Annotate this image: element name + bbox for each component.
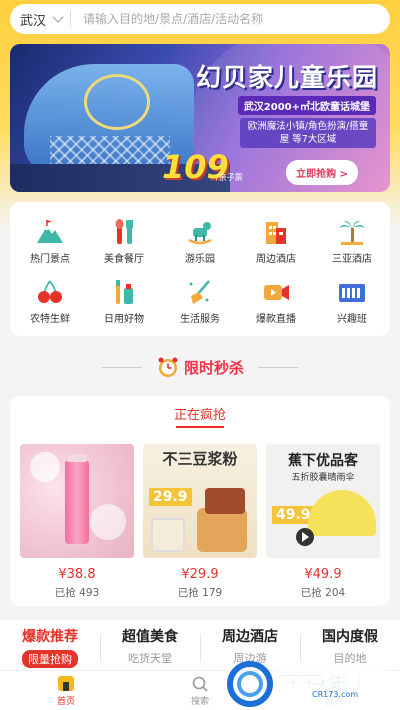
chevron-down-icon <box>52 11 64 23</box>
product-item[interactable]: 不三豆浆粉 29.9 ¥29.9 已抢 179 <box>143 444 257 600</box>
alarm-clock-icon <box>158 357 178 377</box>
palm-tree-icon <box>339 220 365 245</box>
category-grid: 热门景点 美食餐厅 游乐园 周边酒店 三亚酒店 农特生鲜 日用好物 生活服务 爆… <box>10 202 390 336</box>
search-input[interactable] <box>71 5 390 33</box>
hotel-icon <box>266 222 286 244</box>
divider <box>258 366 298 368</box>
product-image-text: 蕉下优品客 <box>288 453 358 469</box>
category-label: 日用好物 <box>104 314 144 325</box>
cherry-icon <box>38 280 62 303</box>
product-price: ¥38.8 <box>58 567 96 582</box>
category-label: 兴趣班 <box>337 314 367 325</box>
category-label: 三亚酒店 <box>332 254 372 265</box>
category-item-daily-goods[interactable]: 日用好物 <box>94 278 154 325</box>
tab-title: 周边酒店 <box>222 629 278 645</box>
tab-grabbing-now[interactable]: 正在疯抢 <box>10 404 390 423</box>
product-image-subtext: 五折胶囊晴雨伞 <box>291 473 355 483</box>
toothbrush-icon <box>116 280 133 304</box>
search-bar: 武汉 <box>10 4 390 34</box>
banner-features: 欧洲魔法小镇/角色扮演/搭童屋 等7大区域 <box>240 118 376 148</box>
video-camera-icon <box>264 285 289 300</box>
tab-subtitle: 限量抢购 <box>22 650 78 668</box>
broom-icon <box>189 280 210 304</box>
product-image-price: 29.9 <box>149 488 192 506</box>
mountain-icon <box>37 220 63 243</box>
nav-search[interactable]: 搜索 <box>170 675 230 707</box>
tab-title: 超值美食 <box>122 629 178 645</box>
category-item-fresh-produce[interactable]: 农特生鲜 <box>20 278 80 325</box>
rocking-horse-icon <box>188 222 212 245</box>
category-item-nearby-hotels[interactable]: 周边酒店 <box>246 218 306 265</box>
watermark-url: CR173.com <box>312 690 359 699</box>
search-icon <box>192 676 208 692</box>
category-item-live-stream[interactable]: 爆款直播 <box>246 278 306 325</box>
divider <box>101 366 142 368</box>
category-label: 爆款直播 <box>256 314 296 325</box>
product-image: 不三豆浆粉 29.9 <box>143 444 257 558</box>
category-item-food[interactable]: 美食餐厅 <box>94 218 154 265</box>
nav-home[interactable]: 首页 <box>36 675 96 707</box>
product-sold-count: 已抢 204 <box>300 587 346 599</box>
home-icon <box>58 676 74 691</box>
watermark-text: 西西软件园 <box>280 672 361 692</box>
category-label: 周边酒店 <box>256 254 296 265</box>
product-sold-count: 已抢 179 <box>177 587 223 599</box>
product-item[interactable]: 蕉下优品客 五折胶囊晴雨伞 49.9 ¥49.9 已抢 204 <box>266 444 380 600</box>
city-selector[interactable]: 武汉 <box>10 10 70 29</box>
banner-title: 幻贝家儿童乐园 <box>195 63 378 92</box>
flash-sale-card: 正在疯抢 ¥38.8 已抢 493 不三豆浆粉 29.9 ¥29.9 已抢 17… <box>10 396 390 606</box>
city-label: 武汉 <box>20 13 47 29</box>
nav-label: 首页 <box>56 697 75 707</box>
promo-banner[interactable]: 幻贝家儿童乐园 武汉2000+㎡北欧童话城堡 欧洲魔法小镇/角色扮演/搭童屋 等… <box>10 44 390 192</box>
buy-now-button[interactable]: 立即抢购 > <box>286 160 358 185</box>
category-label: 热门景点 <box>30 254 70 265</box>
tab-title: 爆款推荐 <box>22 629 78 645</box>
flash-sale-title: 限时秒杀 <box>183 358 244 377</box>
tab-title: 国内度假 <box>322 629 378 645</box>
watermark: 西西软件园 CR173.com <box>226 660 394 708</box>
tab-hot-recommend[interactable]: 爆款推荐 限量抢购 <box>0 626 100 668</box>
product-image: 蕉下优品客 五折胶囊晴雨伞 49.9 <box>266 444 380 558</box>
tab-subtitle: 吃货天堂 <box>128 652 172 665</box>
product-image <box>20 444 134 558</box>
flash-sale-header: 限时秒杀 <box>0 352 400 382</box>
category-item-life-services[interactable]: 生活服务 <box>170 278 230 325</box>
product-image-text: 不三豆浆粉 <box>162 450 238 468</box>
banner-subtitle: 武汉2000+㎡北欧童话城堡 <box>237 96 376 115</box>
product-sold-count: 已抢 493 <box>54 587 100 599</box>
category-item-sanya-hotels[interactable]: 三亚酒店 <box>322 218 382 265</box>
category-label: 美食餐厅 <box>104 254 144 265</box>
category-label: 游乐园 <box>185 254 215 265</box>
category-item-hot-spots[interactable]: 热门景点 <box>20 218 80 265</box>
category-item-interest-class[interactable]: 兴趣班 <box>322 278 382 325</box>
category-item-amusement-park[interactable]: 游乐园 <box>170 218 230 265</box>
category-label: 生活服务 <box>180 314 220 325</box>
nav-label: 搜索 <box>190 697 209 707</box>
tab-great-food[interactable]: 超值美食 吃货天堂 <box>100 626 200 666</box>
tab-indicator <box>176 426 224 428</box>
product-price: ¥29.9 <box>181 567 219 582</box>
product-price: ¥49.9 <box>304 567 342 582</box>
cutlery-icon <box>115 219 133 244</box>
keyboard-icon <box>339 284 365 302</box>
banner-price-unit: /亲子票 <box>216 173 243 182</box>
product-item[interactable]: ¥38.8 已抢 493 <box>20 444 134 600</box>
category-label: 农特生鲜 <box>30 314 70 325</box>
